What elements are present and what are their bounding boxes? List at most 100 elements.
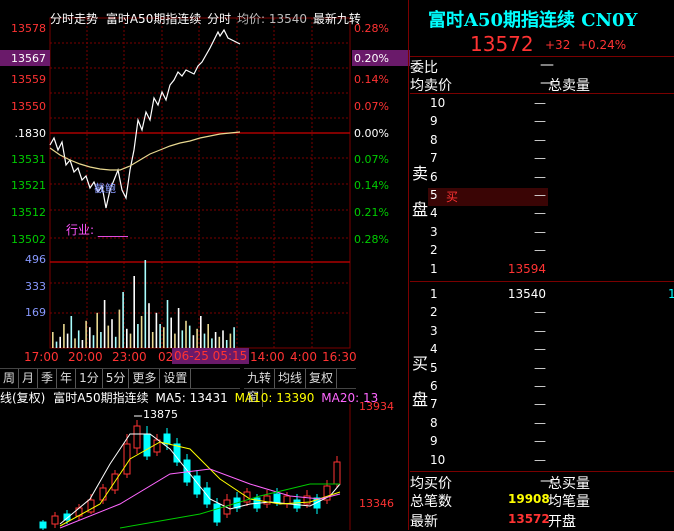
candle-body <box>163 433 171 445</box>
volume-bar <box>70 316 73 348</box>
buy-price-9[interactable]: — <box>456 434 546 448</box>
volume-bar <box>144 260 147 348</box>
total-sell-label: 总卖量 <box>548 78 590 94</box>
sell-level-3: 3 <box>430 224 438 239</box>
candle-body <box>143 433 151 457</box>
sell-level-4: 4 <box>430 206 438 221</box>
volume-tick: 496 <box>25 253 46 266</box>
total-count-label: 总笔数 <box>410 494 452 510</box>
volume-bar <box>155 312 158 348</box>
volume-bar <box>174 333 176 348</box>
sell-price-5[interactable]: — <box>456 188 546 202</box>
moving-average-tab[interactable]: 均线 <box>275 369 307 388</box>
more-button[interactable]: 更多 <box>129 369 161 388</box>
weibi-value: — <box>540 57 554 73</box>
latest-label-bottom: 最新 <box>410 514 438 530</box>
candle-body <box>51 515 59 525</box>
volume-bar <box>118 309 121 348</box>
price-line <box>49 28 241 209</box>
quote-title: 富时A50期指连续 CN0Y <box>428 10 638 31</box>
buy-level-8: 8 <box>430 415 438 430</box>
buy-price-4[interactable]: — <box>456 342 546 356</box>
sell-price-2[interactable]: — <box>456 243 546 257</box>
period-week-tab[interactable]: 周 <box>0 369 20 388</box>
time-tick: 20:00 <box>68 350 103 364</box>
pct-tick: 0.28% <box>354 233 389 246</box>
total-count-value: 19908 <box>508 492 550 506</box>
volume-bar <box>74 338 76 348</box>
price-tick: 13521 <box>11 179 46 192</box>
sell-price-10[interactable]: — <box>456 96 546 110</box>
candle-body <box>273 493 281 503</box>
volume-bar <box>85 320 87 348</box>
buy-price-5[interactable]: — <box>456 361 546 375</box>
sell-level-10: 10 <box>430 96 446 110</box>
period-1min-tab[interactable]: 1分 <box>76 369 103 388</box>
candle-body <box>283 495 291 505</box>
sell-price-1[interactable]: 13594 <box>456 262 546 276</box>
pct-tick: 0.07% <box>354 153 389 166</box>
avg-sell-label: 均卖价 <box>410 78 452 94</box>
buy-price-10[interactable]: — <box>456 453 546 467</box>
period-year-tab[interactable]: 年 <box>57 369 77 388</box>
period-5min-tab[interactable]: 5分 <box>103 369 130 388</box>
candle-body <box>153 439 161 453</box>
price-tick: 13512 <box>11 206 46 219</box>
volume-bar <box>192 335 195 348</box>
average-price-line <box>49 131 241 171</box>
buy-price-8[interactable]: — <box>456 416 546 430</box>
sell-price-8[interactable]: — <box>456 133 546 147</box>
sell-price-6[interactable]: — <box>456 170 546 184</box>
sell-price-4[interactable]: — <box>456 206 546 220</box>
volume-bar <box>59 336 61 348</box>
period-quarter-tab[interactable]: 季 <box>38 369 58 388</box>
buy-price-3[interactable]: — <box>456 324 546 338</box>
buy-price-6[interactable]: — <box>456 379 546 393</box>
time-tick: 16:30 <box>322 350 357 364</box>
buy-marker: 买 <box>446 190 459 204</box>
sell-level-7: 7 <box>430 151 438 166</box>
volume-bar <box>233 327 235 348</box>
price-tick: 13531 <box>11 153 46 166</box>
buy-price-1[interactable]: 13540 <box>456 287 546 301</box>
sell-price-3[interactable]: — <box>456 225 546 239</box>
volume-bar <box>114 336 117 348</box>
volume-bars <box>52 260 235 348</box>
sell-price-9[interactable]: — <box>456 114 546 128</box>
sell-price-7[interactable]: — <box>456 151 546 165</box>
sell-level-6: 6 <box>430 169 438 184</box>
volume-bar <box>52 332 54 348</box>
sell-level-5: 5 <box>430 188 438 202</box>
volume-bar <box>207 324 209 348</box>
candle-body <box>39 521 47 529</box>
pct-tick: 0.07% <box>354 100 389 113</box>
candle-body <box>99 487 107 501</box>
volume-bar <box>111 319 113 348</box>
chart-mode-tab[interactable]: 分时走势 <box>50 12 98 26</box>
settings-button[interactable]: 设置 <box>160 369 192 388</box>
volume-bar <box>225 340 228 348</box>
volume-bar <box>133 276 135 348</box>
jiuzhuan-tab[interactable]: 九转 <box>244 369 276 388</box>
sell-level-8: 8 <box>430 132 438 147</box>
buy-price-7[interactable]: — <box>456 397 546 411</box>
kline-instrument: 富时A50期指连续 <box>53 391 149 405</box>
kline-axis-top: 13934 <box>359 400 394 413</box>
buy-level-2: 2 <box>430 305 438 320</box>
buy-volume-1: 1 <box>668 287 674 301</box>
volume-bar <box>159 324 161 348</box>
volume-bar <box>126 328 128 348</box>
price-tick: 13559 <box>11 73 46 86</box>
pct-tick: 0.28% <box>354 22 389 35</box>
volume-bar <box>148 303 150 348</box>
candle-body <box>123 443 131 475</box>
volume-bar <box>92 335 95 348</box>
volume-bar <box>96 312 98 348</box>
volume-bar <box>122 292 124 348</box>
adjust-tab[interactable]: 复权 <box>306 369 338 388</box>
sell-level-2: 2 <box>430 243 438 258</box>
period-month-tab[interactable]: 月 <box>19 369 39 388</box>
kline-chart-svg[interactable] <box>0 404 356 530</box>
price-tick-base: .1830 <box>14 127 47 140</box>
buy-price-2[interactable]: — <box>456 305 546 319</box>
